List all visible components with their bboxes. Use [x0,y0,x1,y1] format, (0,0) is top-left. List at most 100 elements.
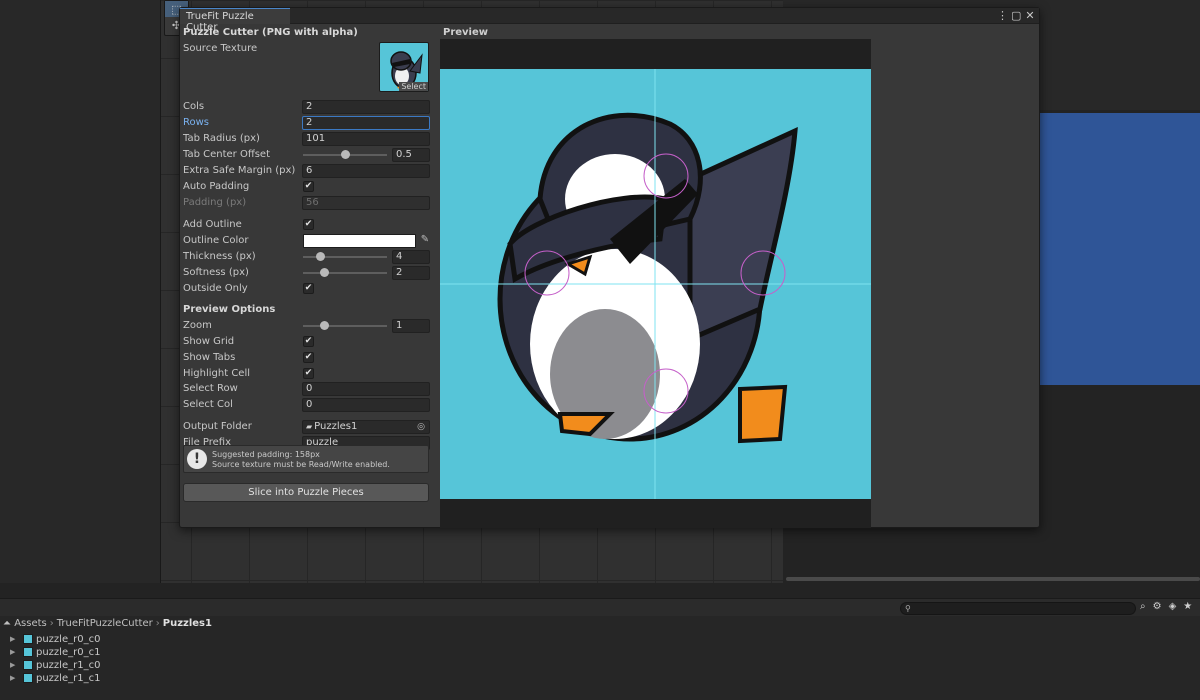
eyedropper-icon[interactable]: ✎ [419,234,431,248]
output-folder-label: Output Folder [183,421,252,432]
cols-row: Cols 2 [183,100,433,114]
project-toolbar: ⚲ ⌕ ⚙ ◈ ★ [0,598,1200,616]
asset-name: puzzle_r0_c1 [36,646,101,658]
asset-name: puzzle_r1_c1 [36,672,101,684]
project-search-input[interactable]: ⚲ [900,602,1136,615]
breadcrumb-truefit[interactable]: TrueFitPuzzleCutter [57,618,153,629]
highlight-cell-label: Highlight Cell [183,368,251,379]
zoom-label: Zoom [183,320,212,331]
thickness-label: Thickness (px) [183,251,256,262]
select-row-row: Select Row 0 [183,382,433,396]
tab-radius-row: Tab Radius (px) 101 [183,132,433,146]
breadcrumb-puzzles1[interactable]: Puzzles1 [163,618,212,629]
rows-input[interactable]: 2 [302,116,430,130]
tab-radius-input[interactable]: 101 [302,132,430,146]
tab-center-offset-knob[interactable] [341,150,350,159]
list-item[interactable]: ▶ puzzle_r0_c0 [10,633,100,645]
asset-name: puzzle_r0_c0 [36,633,101,645]
window-tab[interactable]: TrueFit Puzzle Cutter [180,8,290,33]
warning-icon: ! [187,449,207,469]
tab-center-offset-value[interactable]: 0.5 [392,148,430,162]
output-folder-row: Output Folder ▰ Puzzles1 ◎ [183,420,433,434]
select-col-label: Select Col [183,399,233,410]
label-icon[interactable]: ◈ [1169,601,1177,612]
rows-row: Rows 2 [183,116,433,130]
zoom-row: Zoom 1 [183,319,433,333]
list-item[interactable]: ▶ puzzle_r1_c0 [10,659,100,671]
folder-icon: ▰ [306,422,313,431]
extra-safe-margin-row: Extra Safe Margin (px) 6 [183,164,433,178]
cols-label: Cols [183,101,205,112]
maximize-icon[interactable]: ▢ [1011,9,1021,22]
preview-options-title: Preview Options [183,304,276,315]
softness-slider[interactable] [303,272,387,274]
object-picker-icon[interactable]: ◎ [415,421,427,433]
softness-row: Softness (px) 2 [183,266,433,280]
preview-area [440,39,871,528]
breadcrumb-assets[interactable]: Assets [14,618,47,629]
expand-arrow-icon[interactable]: ▶ [10,674,23,682]
outside-only-label: Outside Only [183,283,248,294]
window-tabbar: TrueFit Puzzle Cutter ⋮ ▢ ✕ [180,8,1039,33]
select-row-input[interactable]: 0 [302,382,430,396]
zoom-knob[interactable] [320,321,329,330]
select-texture-button[interactable]: Select [399,82,428,91]
auto-padding-label: Auto Padding [183,181,250,192]
preview-title: Preview [443,27,489,38]
softness-label: Softness (px) [183,267,249,278]
select-col-row: Select Col 0 [183,398,433,412]
expand-arrow-icon[interactable]: ▶ [10,661,23,669]
softness-knob[interactable] [320,268,329,277]
cols-input[interactable]: 2 [302,100,430,114]
search-by-type-icon[interactable]: ⌕ [1140,601,1146,612]
tab-center-offset-row: Tab Center Offset 0.5 [183,148,433,162]
horizontal-scrollbar[interactable] [786,577,1200,581]
expand-arrow-icon[interactable]: ▶ [10,648,23,656]
outline-color-swatch[interactable] [303,234,416,248]
list-item[interactable]: ▶ puzzle_r0_c1 [10,646,100,658]
add-outline-checkbox[interactable]: ✔ [303,219,314,230]
preview-image [440,69,871,499]
help-line-2: Source texture must be Read/Write enable… [212,460,390,469]
list-item[interactable]: ▶ puzzle_r1_c1 [10,672,100,684]
add-outline-label: Add Outline [183,219,242,230]
penguin-preview-icon [440,69,871,499]
output-folder-field[interactable]: ▰ Puzzles1 ◎ [302,420,430,434]
slice-button[interactable]: Slice into Puzzle Pieces [183,483,429,502]
breadcrumb-up-icon[interactable]: ⏶ [3,618,11,629]
auto-padding-checkbox[interactable]: ✔ [303,181,314,192]
close-icon[interactable]: ✕ [1025,9,1035,22]
favorite-icon[interactable]: ★ [1183,601,1192,612]
help-line-1: Suggested padding: 158px [212,450,320,459]
padding-label: Padding (px) [183,197,247,208]
panel-splitter[interactable] [0,583,1200,598]
show-grid-checkbox[interactable]: ✔ [303,336,314,347]
tab-radius-label: Tab Radius (px) [183,133,260,144]
zoom-value[interactable]: 1 [392,319,430,333]
image-asset-icon [23,634,33,644]
highlight-cell-checkbox[interactable]: ✔ [303,368,314,379]
project-tools: ⌕ ⚙ ◈ ★ [1140,601,1192,612]
show-tabs-checkbox[interactable]: ✔ [303,352,314,363]
rows-label: Rows [183,117,210,128]
search-icon: ⚲ [905,604,911,613]
filter-icon[interactable]: ⚙ [1153,601,1162,612]
zoom-slider[interactable] [303,325,387,327]
thickness-value[interactable]: 4 [392,250,430,264]
show-tabs-label: Show Tabs [183,352,236,363]
outside-only-row: Outside Only ✔ [183,282,433,296]
auto-padding-row: Auto Padding ✔ [183,180,433,194]
softness-value[interactable]: 2 [392,266,430,280]
game-view-blue-area [1040,113,1200,385]
asset-name: puzzle_r1_c0 [36,659,101,671]
extra-safe-margin-input[interactable]: 6 [302,164,430,178]
expand-arrow-icon[interactable]: ▶ [10,635,23,643]
help-box: ! Suggested padding: 158px Source textur… [183,445,429,473]
outside-only-checkbox[interactable]: ✔ [303,283,314,294]
more-options-icon[interactable]: ⋮ [997,9,1008,22]
source-texture-field[interactable]: Select [379,42,429,92]
select-col-input[interactable]: 0 [302,398,430,412]
thickness-knob[interactable] [315,252,325,261]
add-outline-row: Add Outline ✔ [183,218,433,232]
image-asset-icon [23,660,33,670]
